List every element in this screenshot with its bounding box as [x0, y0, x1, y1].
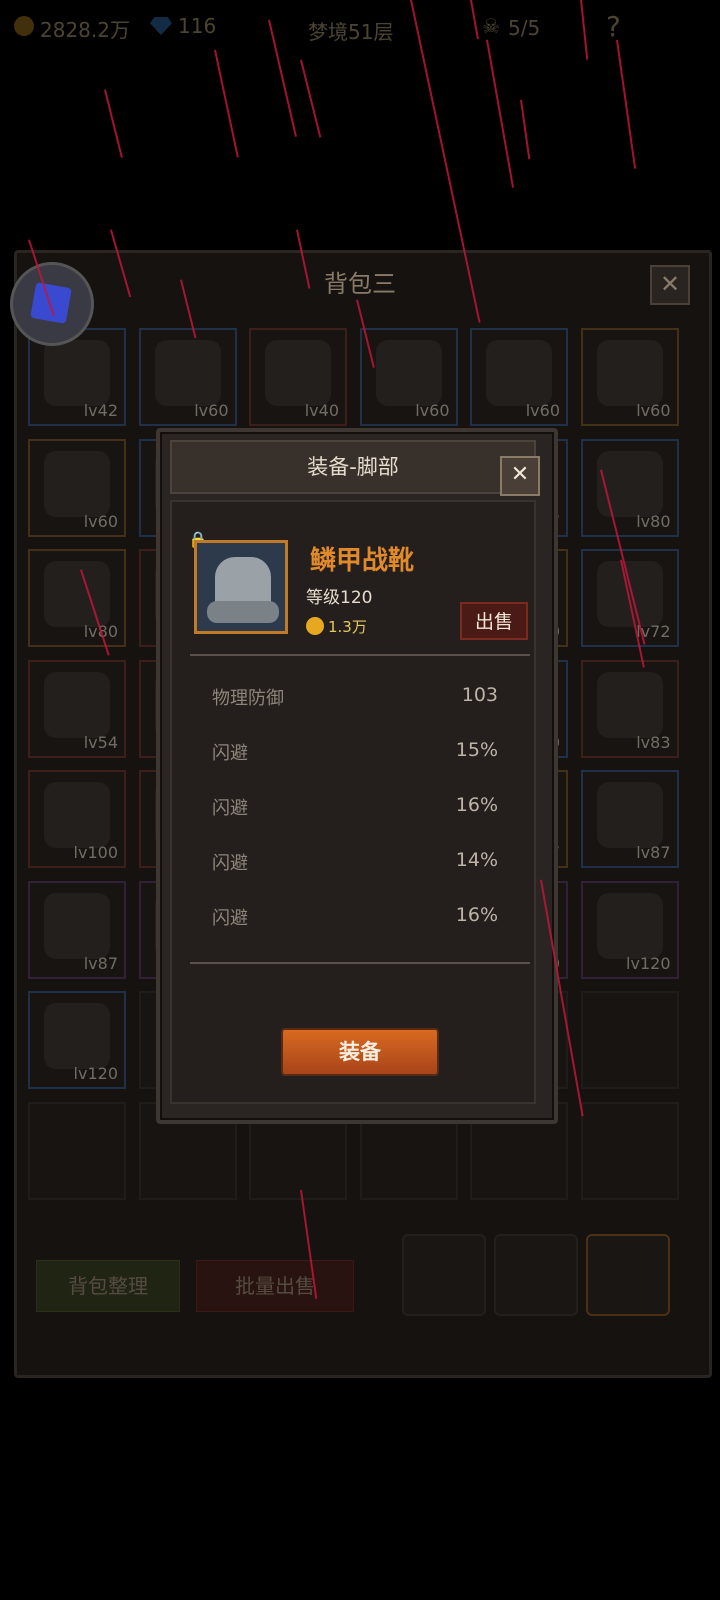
item-level-label: lv100: [73, 843, 118, 862]
sell-button[interactable]: 出售: [460, 602, 528, 640]
item-thumbnail: [486, 340, 552, 406]
skull-icon: ☠: [482, 14, 500, 38]
bag-slot[interactable]: lv83: [580, 659, 679, 758]
item-level-label: lv42: [83, 401, 118, 420]
item-thumbnail: [596, 450, 663, 517]
bag-slot[interactable]: lv60: [28, 438, 126, 537]
item-level-label: lv60: [194, 401, 229, 420]
modal-title: 装备-脚部: [307, 455, 399, 479]
cube-icon: [30, 282, 72, 324]
bag-slot[interactable]: lv80: [28, 549, 126, 647]
bag-slot[interactable]: lv60: [470, 328, 568, 426]
gem-amount: 116: [178, 14, 217, 38]
item-thumbnail: [44, 450, 110, 517]
stat-name: 闪避: [212, 853, 248, 874]
bag-slot[interactable]: lv60: [138, 328, 237, 426]
bulk-sell-button[interactable]: 批量出售: [196, 1260, 354, 1312]
stat-name: 物理防御: [212, 688, 284, 709]
stat-value: 16%: [455, 904, 498, 926]
item-level-label: lv40: [304, 401, 339, 420]
sort-bag-button[interactable]: 背包整理: [36, 1260, 180, 1312]
item-name: 鳞甲战靴: [310, 546, 415, 576]
item-level-label: lv87: [636, 843, 671, 862]
item-level-label: lv120: [73, 1064, 118, 1083]
stat-value: 14%: [455, 849, 498, 871]
item-level-label: lv83: [636, 732, 671, 752]
item-level: 等级120: [306, 588, 373, 608]
item-thumbnail: [596, 561, 663, 627]
stat-value: 15%: [455, 739, 498, 761]
item-thumbnail: [596, 671, 663, 738]
item-level-label: lv60: [83, 511, 118, 531]
bag-slot[interactable]: lv120: [28, 991, 126, 1089]
bag-slot[interactable]: lv100: [28, 770, 126, 868]
item-thumbnail: [265, 340, 331, 406]
item-price: 1.3万: [328, 618, 367, 636]
item-thumbnail: [44, 340, 110, 406]
gold-coin-icon: [14, 16, 34, 36]
item-thumbnail: [44, 671, 110, 738]
item-thumbnail: [44, 1003, 110, 1069]
stat-name: 闪避: [212, 908, 248, 929]
bag-slot[interactable]: lv120: [580, 880, 679, 979]
rain-streak: [520, 99, 531, 160]
item-thumbnail: [596, 782, 663, 848]
item-thumbnail: [154, 340, 221, 406]
item-icon-frame: [194, 540, 288, 634]
item-level-label: lv80: [636, 511, 671, 531]
stat-name: 闪避: [212, 798, 248, 819]
bag-close-button[interactable]: ✕: [650, 265, 690, 305]
bag-tab-3[interactable]: [586, 1234, 670, 1316]
stat-value: 103: [461, 684, 498, 706]
bag-slot[interactable]: lv87: [580, 770, 679, 868]
rain-streak: [104, 89, 123, 158]
bag-slot[interactable]: lv40: [249, 328, 347, 426]
bag-slot[interactable]: lv54: [28, 659, 126, 758]
stage-label: 梦境51层: [308, 20, 394, 44]
bag-slot[interactable]: lv60: [580, 328, 679, 426]
item-thumbnail: [44, 892, 110, 959]
item-thumbnail: [375, 340, 442, 406]
bag-slot[interactable]: [580, 991, 679, 1089]
bag-slot[interactable]: [28, 1101, 126, 1200]
gold-amount: 2828.2万: [40, 18, 130, 42]
item-level-label: lv60: [525, 401, 560, 420]
item-level-label: lv120: [626, 953, 671, 973]
item-thumbnail: [596, 892, 663, 959]
bag-slot[interactable]: [580, 1101, 679, 1200]
bag-title: 背包三: [324, 270, 396, 298]
help-button[interactable]: ?: [606, 10, 621, 43]
bag-slot[interactable]: lv80: [580, 438, 679, 537]
item-level-label: lv54: [83, 732, 118, 752]
equip-button[interactable]: 装备: [281, 1028, 439, 1076]
divider-bottom: [190, 962, 530, 964]
coin-icon: [306, 617, 324, 635]
rain-streak: [214, 49, 239, 158]
rain-streak: [300, 59, 322, 138]
item-level-label: lv60: [415, 401, 450, 420]
bag-tab-1[interactable]: [402, 1234, 486, 1316]
item-thumbnail: [596, 340, 663, 406]
item-thumbnail: [44, 782, 110, 848]
item-thumbnail: [44, 561, 110, 627]
divider-top: [190, 654, 530, 656]
rain-streak: [616, 39, 637, 169]
gem-icon: [150, 17, 172, 35]
bag-tab-2[interactable]: [494, 1234, 578, 1316]
rain-streak: [486, 39, 515, 188]
stat-name: 闪避: [212, 743, 248, 764]
item-level-label: lv87: [83, 953, 118, 973]
stat-value: 16%: [455, 794, 498, 816]
bag-slot[interactable]: lv87: [28, 880, 126, 979]
floating-cube-button[interactable]: [10, 262, 94, 346]
modal-close-button[interactable]: ✕: [500, 456, 540, 496]
bag-slot[interactable]: lv60: [359, 328, 458, 426]
item-level-label: lv60: [636, 401, 671, 420]
skull-count: 5/5: [508, 16, 541, 40]
top-status-bar: 2828.2万 116 梦境51层 ☠ 5/5 ?: [0, 0, 720, 56]
